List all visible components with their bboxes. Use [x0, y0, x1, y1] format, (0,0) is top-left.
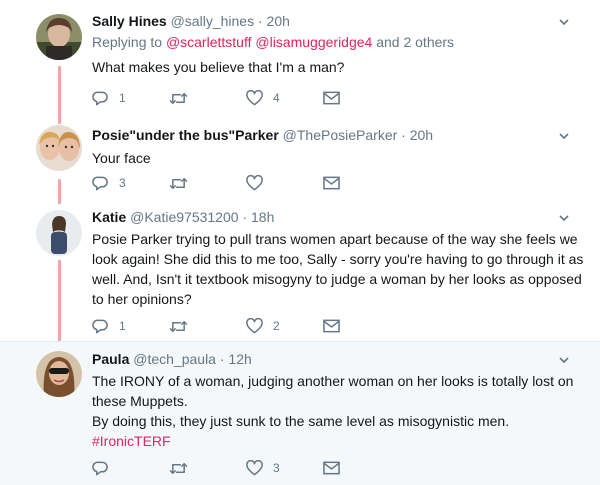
reply-icon — [92, 461, 108, 475]
like-button[interactable]: 3 — [246, 458, 323, 478]
tweet-text-line: The IRONY of a woman, judging another wo… — [92, 373, 574, 389]
tweet-text-line: well. And, Isn't it textbook misogyny to… — [92, 271, 582, 287]
tweet-text: The IRONY of a woman, judging another wo… — [92, 371, 586, 451]
avatar[interactable] — [36, 210, 82, 256]
reply-button[interactable]: 1 — [92, 88, 169, 108]
retweet-button[interactable] — [169, 316, 246, 336]
avatar[interactable] — [36, 351, 82, 397]
reply-others[interactable]: and 2 others — [376, 34, 454, 50]
tweet[interactable]: Paula @tech_paula · 12h The IRONY of a w… — [0, 342, 600, 485]
like-button[interactable]: 4 — [246, 88, 323, 108]
direct-message-button[interactable] — [323, 173, 400, 193]
retweet-icon — [169, 462, 188, 474]
direct-message-icon — [323, 91, 340, 105]
retweet-button[interactable] — [169, 88, 246, 108]
retweet-icon — [169, 320, 188, 332]
user-handle[interactable]: @Katie97531200 — [130, 209, 238, 225]
retweet-icon — [169, 92, 188, 104]
tweet-text: Posie Parker trying to pull trans women … — [92, 229, 586, 309]
reply-button[interactable] — [92, 458, 169, 478]
display-name[interactable]: Paula — [92, 351, 129, 367]
tweet-text-line: Your face — [92, 150, 151, 166]
tweet-text-line: these Muppets. — [92, 393, 188, 409]
separator-dot: · — [219, 351, 225, 367]
reply-count: 1 — [119, 91, 126, 105]
like-button[interactable] — [246, 173, 323, 193]
like-count: 4 — [273, 91, 280, 105]
chevron-down-icon[interactable] — [558, 16, 570, 28]
like-icon — [246, 318, 263, 334]
like-count: 3 — [273, 461, 280, 475]
display-name[interactable]: Sally Hines — [92, 13, 167, 29]
retweet-button[interactable] — [169, 173, 246, 193]
reply-button[interactable]: 3 — [92, 173, 169, 193]
tweet[interactable]: Posie"under the bus"Parker @ThePosiePark… — [0, 118, 600, 200]
direct-message-button[interactable] — [323, 458, 400, 478]
display-name[interactable]: Posie"under the bus"Parker — [92, 127, 279, 143]
tweet-text-line: to her opinions? — [92, 291, 192, 307]
separator-dot: · — [257, 13, 263, 29]
reply-icon — [92, 319, 108, 333]
mention-link[interactable]: @scarlettstuff — [166, 34, 252, 50]
direct-message-icon — [323, 176, 340, 190]
reply-button[interactable]: 1 — [92, 316, 169, 336]
tweet[interactable]: Katie @Katie97531200 · 18h Posie Parker … — [0, 200, 600, 342]
avatar[interactable] — [36, 125, 82, 171]
retweet-icon — [169, 177, 188, 189]
display-name[interactable]: Katie — [92, 209, 126, 225]
tweet-text: What makes you believe that I'm a man? — [92, 57, 586, 77]
mention-link[interactable]: @lisamuggeridge4 — [255, 34, 372, 50]
chevron-down-icon[interactable] — [558, 212, 570, 224]
direct-message-button[interactable] — [323, 316, 400, 336]
user-handle[interactable]: @tech_paula — [133, 351, 216, 367]
tweet-text-line: Posie Parker trying to pull trans women … — [92, 231, 578, 247]
chevron-down-icon[interactable] — [558, 354, 570, 366]
reply-icon — [92, 91, 108, 105]
direct-message-icon — [323, 461, 340, 475]
reply-count: 1 — [119, 319, 126, 333]
separator-dot: · — [242, 209, 248, 225]
like-icon — [246, 460, 263, 476]
reply-icon — [92, 176, 108, 190]
hashtag-link[interactable]: #IronicTERF — [92, 431, 586, 451]
avatar[interactable] — [36, 14, 82, 60]
timestamp[interactable]: 12h — [228, 351, 251, 367]
direct-message-icon — [323, 319, 340, 333]
user-handle[interactable]: @ThePosieParker — [283, 127, 398, 143]
timestamp[interactable]: 20h — [267, 13, 290, 29]
like-icon — [246, 90, 263, 106]
retweet-button[interactable] — [169, 458, 246, 478]
reply-count: 3 — [119, 176, 126, 190]
tweet[interactable]: Sally Hines @sally_hines · 20h Replying … — [0, 0, 600, 118]
like-icon — [246, 175, 263, 191]
tweet-text: Your face — [92, 148, 586, 168]
direct-message-button[interactable] — [323, 88, 400, 108]
reply-prefix: Replying to — [92, 34, 163, 50]
like-button[interactable]: 2 — [246, 316, 323, 336]
user-handle[interactable]: @sally_hines — [171, 13, 254, 29]
reply-context: Replying to @scarlettstuff @lisamuggerid… — [92, 32, 586, 52]
tweet-text-line: What makes you believe that I'm a man? — [92, 59, 345, 75]
like-count: 2 — [273, 319, 280, 333]
timestamp[interactable]: 20h — [410, 127, 433, 143]
chevron-down-icon[interactable] — [558, 130, 570, 142]
separator-dot: · — [401, 127, 406, 143]
tweet-text-line: look again! She did this to me too, Sall… — [92, 251, 584, 267]
tweet-text-line: By doing this, they just sunk to the sam… — [92, 413, 510, 429]
timestamp[interactable]: 18h — [251, 209, 274, 225]
